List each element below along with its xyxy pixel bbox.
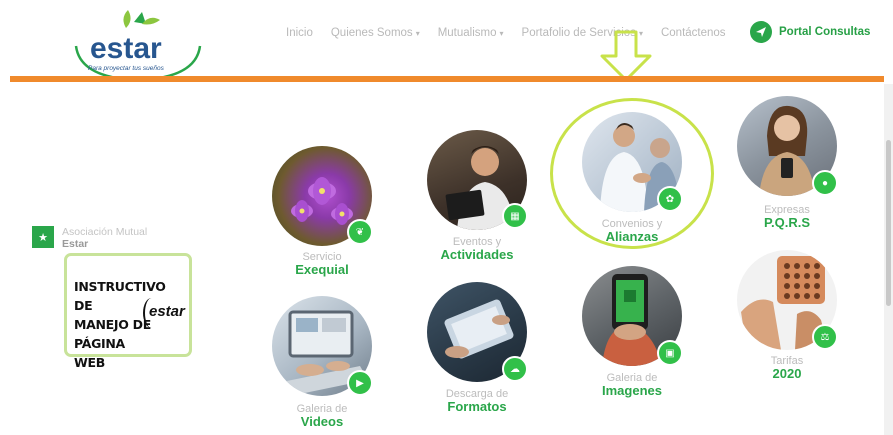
nav-item-inicio[interactable]: Inicio xyxy=(286,27,313,39)
send-icon xyxy=(750,21,772,43)
calendar-icon[interactable]: ▦ xyxy=(502,203,528,229)
star-icon: ★ xyxy=(32,226,54,248)
service-imagenes[interactable]: Galeria de Imagenes xyxy=(557,373,707,398)
nav-item-contactenos[interactable]: Contáctenos xyxy=(661,27,726,39)
portal-consultas-link[interactable]: Portal Consultas xyxy=(750,21,870,43)
scrollbar-thumb[interactable] xyxy=(886,140,891,306)
instructivo-card[interactable]: INSTRUCTIVO DE MANEJO DE PÁGINA WEB esta… xyxy=(64,253,192,370)
service-exequial[interactable]: Servicio Exequial xyxy=(247,252,397,277)
instructivo-logo: estar xyxy=(149,303,185,320)
svg-text:Para proyectar tus sueños: Para proyectar tus sueños xyxy=(88,65,165,72)
estar-logo[interactable]: estar Para proyectar tus sueños xyxy=(72,8,204,82)
service-videos[interactable]: Galeria de Videos xyxy=(247,404,397,429)
scrollbar[interactable] xyxy=(884,84,893,435)
sidebar-subtitle: Estar xyxy=(62,238,89,250)
image-icon[interactable]: ▣ xyxy=(657,340,683,366)
sidebar-title: Asociación Mutual xyxy=(62,226,148,238)
download-icon[interactable]: ☁ xyxy=(502,356,528,382)
handshake-icon[interactable]: ✿ xyxy=(657,186,683,212)
play-icon[interactable]: ▶ xyxy=(347,370,373,396)
main-nav: Inicio Quienes Somos ▾ Mutualismo ▾ Portaf… xyxy=(286,23,744,43)
scale-icon[interactable]: ⚖ xyxy=(812,324,838,350)
nav-item-mutualismo[interactable]: Mutualismo ▾ xyxy=(438,27,504,39)
service-alianzas[interactable]: Convenios y Alianzas xyxy=(557,219,707,244)
service-pqrs[interactable]: Expresas P.Q.R.S xyxy=(712,205,862,230)
chevron-down-icon: ▾ xyxy=(415,29,420,38)
service-tarifas[interactable]: Tarifas 2020 xyxy=(712,356,862,381)
portal-consultas-label: Portal Consultas xyxy=(779,26,871,38)
chat-icon[interactable]: ● xyxy=(812,170,838,196)
leaf-icon[interactable]: ❦ xyxy=(347,219,373,245)
nav-item-quienes-somos[interactable]: Quienes Somos ▾ xyxy=(331,27,420,39)
orange-divider xyxy=(10,76,884,82)
svg-text:estar: estar xyxy=(90,32,162,65)
chevron-down-icon: ▾ xyxy=(499,29,504,38)
service-formatos[interactable]: Descarga de Formatos xyxy=(402,389,552,414)
service-actividades[interactable]: Eventos y Actividades xyxy=(402,237,552,262)
site-header: estar Para proyectar tus sueños Inicio Q… xyxy=(0,0,893,82)
